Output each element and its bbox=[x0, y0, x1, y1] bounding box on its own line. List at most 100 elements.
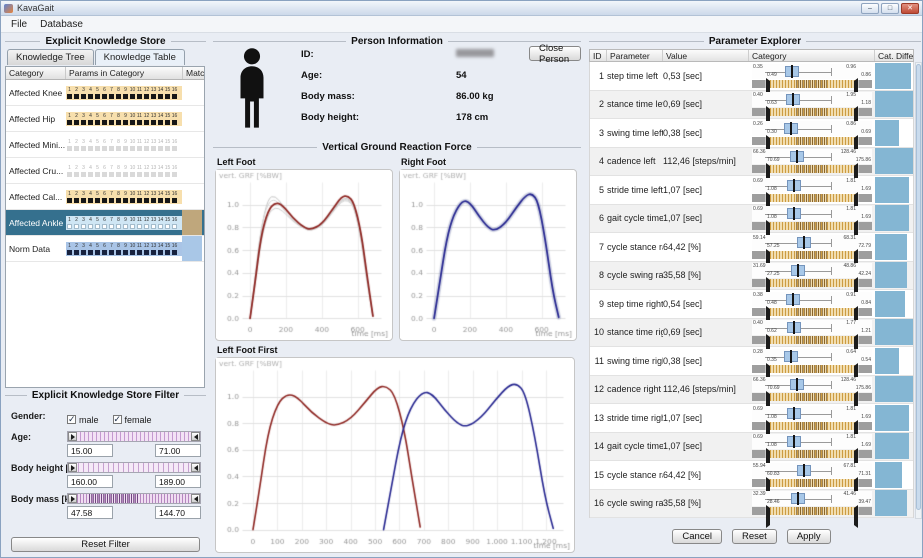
slider-thumb-right[interactable] bbox=[191, 494, 200, 503]
parameter-row-8[interactable]: 8cycle swing rati..35,58 [%]31.6927.2548… bbox=[590, 262, 913, 291]
value-histogram bbox=[767, 165, 857, 173]
col-match[interactable]: Match bbox=[183, 67, 204, 79]
slider-thumb-left[interactable] bbox=[68, 463, 77, 472]
menu-file[interactable]: File bbox=[6, 18, 32, 31]
parameter-row-3[interactable]: 3swing time left0,38 [sec]0.260.300.860.… bbox=[590, 119, 913, 148]
scrollbar-thumb[interactable] bbox=[916, 64, 921, 510]
arrow-left-icon bbox=[194, 496, 198, 502]
range-track bbox=[752, 80, 872, 88]
range-slider-1[interactable] bbox=[67, 462, 201, 473]
knowledge-row-affected-mini-[interactable]: Affected Mini...12345678910111213141516 bbox=[6, 132, 204, 158]
param-number: 3 bbox=[82, 113, 85, 119]
parameter-row-14[interactable]: 14gait cycle time ri..1,07 [sec]0.691.08… bbox=[590, 433, 913, 462]
col-category[interactable]: Category bbox=[6, 67, 66, 79]
close-icon[interactable]: ✕ bbox=[901, 3, 919, 14]
track-cap-right bbox=[859, 507, 872, 515]
param-square bbox=[137, 250, 142, 255]
menu-database[interactable]: Database bbox=[35, 18, 88, 31]
param-value: 35,58 [%] bbox=[663, 498, 749, 508]
slider-thumb-left[interactable] bbox=[68, 494, 77, 503]
param-number: 2 bbox=[75, 165, 78, 171]
parameter-row-15[interactable]: 15cycle stance rati..64,42 [%]55.9460.83… bbox=[590, 461, 913, 490]
cancel-button[interactable]: Cancel bbox=[672, 529, 722, 544]
cat-differ-cell bbox=[875, 347, 913, 375]
slider-thumb-right[interactable] bbox=[191, 432, 200, 441]
knowledge-row-affected-cal-[interactable]: Affected Cal...12345678910111213141516 bbox=[6, 184, 204, 210]
parameter-row-4[interactable]: 4cadence left112,46 [steps/min]66.3670.6… bbox=[590, 148, 913, 177]
range-slider-0[interactable] bbox=[67, 431, 201, 442]
param-square bbox=[95, 250, 100, 255]
slider-thumb-right[interactable] bbox=[191, 463, 200, 472]
param-cell: 2 bbox=[73, 139, 80, 151]
maximize-icon[interactable]: □ bbox=[881, 3, 899, 14]
checkbox-female[interactable] bbox=[113, 415, 122, 424]
param-category-viz: 66.3670.69128.46175.86 bbox=[749, 149, 875, 173]
gender-label: Gender: bbox=[11, 411, 46, 421]
col-cat-differ[interactable]: Cat. Differ.. bbox=[875, 50, 913, 61]
tab-knowledge-tree[interactable]: Knowledge Tree bbox=[7, 49, 94, 65]
max-value-field[interactable]: 144.70 bbox=[155, 506, 201, 519]
stat-label: 0.69 bbox=[753, 434, 763, 440]
vertical-scrollbar[interactable] bbox=[915, 62, 922, 519]
col-cat-viz[interactable]: Category bbox=[749, 50, 875, 61]
parameter-row-1[interactable]: 1step time left0,53 [sec]0.350.490.960.8… bbox=[590, 62, 913, 91]
min-value-field[interactable]: 15.00 bbox=[67, 444, 113, 457]
knowledge-row-affected-ankle[interactable]: Affected Ankle12345678910111213141516 bbox=[6, 210, 204, 236]
param-cell: 12 bbox=[143, 87, 150, 99]
min-value-field[interactable]: 47.58 bbox=[67, 506, 113, 519]
range-thumb-left[interactable] bbox=[766, 508, 770, 526]
category-distribution: 0.691.081.811.69 bbox=[752, 206, 872, 230]
knowledge-row-affected-cru-[interactable]: Affected Cru...12345678910111213141516 bbox=[6, 158, 204, 184]
value-histogram bbox=[767, 137, 857, 145]
whisker-end bbox=[831, 125, 832, 133]
reset-filter-button[interactable]: Reset Filter bbox=[11, 537, 200, 552]
parameter-row-11[interactable]: 11swing time right0,38 [sec]0.280.350.64… bbox=[590, 347, 913, 376]
parameter-row-13[interactable]: 13stride time right1,07 [sec]0.691.081.8… bbox=[590, 404, 913, 433]
param-category-viz: 0.350.490.960.86 bbox=[749, 64, 875, 88]
track-cap-right bbox=[859, 393, 872, 401]
col-params[interactable]: Params in Category bbox=[66, 67, 183, 79]
parameter-row-12[interactable]: 12cadence right112,46 [steps/min]66.3670… bbox=[590, 376, 913, 405]
param-square bbox=[116, 198, 121, 203]
min-value-field[interactable]: 160.00 bbox=[67, 475, 113, 488]
knowledge-row-affected-knee[interactable]: Affected Knee12345678910111213141516 bbox=[6, 80, 204, 106]
param-cell: 3 bbox=[80, 217, 87, 229]
parameter-row-10[interactable]: 10stance time right0,69 [sec]0.400.621.7… bbox=[590, 319, 913, 348]
boxplot-strip: 31.6927.2548.8642.24 bbox=[752, 263, 872, 278]
range-slider-2[interactable] bbox=[67, 493, 201, 504]
checkbox-male[interactable] bbox=[67, 415, 76, 424]
parameter-row-6[interactable]: 6gait cycle time left1,07 [sec]0.691.081… bbox=[590, 205, 913, 234]
col-value[interactable]: Value bbox=[663, 50, 749, 61]
col-id[interactable]: ID bbox=[590, 50, 607, 61]
cat-differ-cell bbox=[875, 433, 913, 461]
param-cell: 14 bbox=[157, 191, 164, 203]
range-thumb-right[interactable] bbox=[854, 508, 858, 526]
slider-thumb-left[interactable] bbox=[68, 432, 77, 441]
tab-knowledge-table[interactable]: Knowledge Table bbox=[95, 49, 185, 65]
param-id: 1 bbox=[590, 71, 607, 81]
max-value-field[interactable]: 189.00 bbox=[155, 475, 201, 488]
param-square bbox=[95, 172, 100, 177]
param-number: 6 bbox=[103, 243, 106, 249]
boxplot-strip: 32.3928.4641.4639.47 bbox=[752, 491, 872, 506]
parameter-row-16[interactable]: 16cycle swing rati..35,58 [%]32.3928.464… bbox=[590, 490, 913, 519]
minimize-icon[interactable]: – bbox=[861, 3, 879, 14]
cat-differ-bar bbox=[875, 319, 913, 345]
parameter-row-9[interactable]: 9step time right0,54 [sec]0.380.480.910.… bbox=[590, 290, 913, 319]
track-cap-left bbox=[752, 422, 765, 430]
knowledge-row-affected-hip[interactable]: Affected Hip12345678910111213141516 bbox=[6, 106, 204, 132]
knowledge-store-title: Explicit Knowledge Store bbox=[5, 35, 206, 48]
col-parameter[interactable]: Parameter bbox=[607, 50, 663, 61]
param-number: 5 bbox=[96, 113, 99, 119]
parameter-row-7[interactable]: 7cycle stance rati..64,42 [%]59.1457.256… bbox=[590, 233, 913, 262]
knowledge-table: Category Params in Category Match Affect… bbox=[5, 66, 205, 388]
track-cap-left bbox=[752, 479, 765, 487]
parameter-row-5[interactable]: 5stride time left1,07 [sec]0.691.081.811… bbox=[590, 176, 913, 205]
reset-button[interactable]: Reset bbox=[732, 529, 777, 544]
max-value-field[interactable]: 71.00 bbox=[155, 444, 201, 457]
apply-button[interactable]: Apply bbox=[787, 529, 831, 544]
close-person-button[interactable]: Close Person bbox=[529, 46, 581, 61]
parameter-row-2[interactable]: 2stance time left0,69 [sec]0.400.631.951… bbox=[590, 91, 913, 120]
knowledge-row-norm-data[interactable]: Norm Data12345678910111213141516 bbox=[6, 236, 204, 262]
param-id: 16 bbox=[590, 498, 607, 508]
